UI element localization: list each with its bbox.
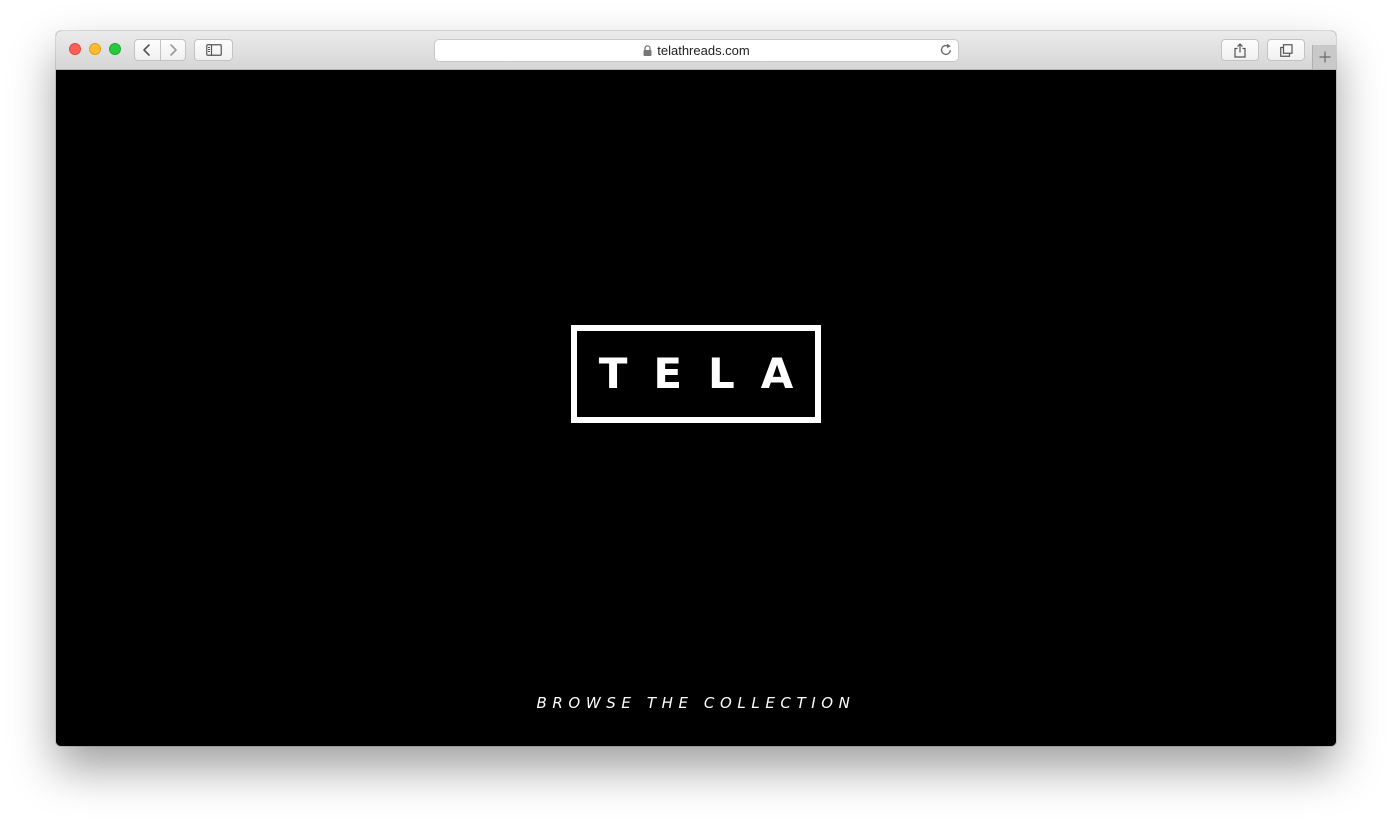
maximize-window-icon[interactable]: [109, 43, 121, 55]
navigation-buttons: [134, 39, 186, 61]
tela-logo: TELA: [571, 325, 821, 423]
browser-window: telathreads.com TELA BROWSE THE COLLECTI…: [56, 31, 1336, 746]
lock-icon: [643, 45, 652, 56]
chevron-right-icon: [169, 44, 177, 56]
minimize-window-icon[interactable]: [89, 43, 101, 55]
chevron-left-icon: [143, 44, 151, 56]
page-content: TELA BROWSE THE COLLECTION: [56, 70, 1336, 746]
tab-overview-icon: [1279, 43, 1293, 57]
plus-icon: [1319, 51, 1331, 63]
tab-overview-button[interactable]: [1267, 39, 1305, 61]
share-icon: [1234, 42, 1246, 58]
sidebar-button[interactable]: [194, 39, 233, 61]
forward-button[interactable]: [159, 40, 186, 60]
back-button[interactable]: [135, 40, 160, 60]
close-window-icon[interactable]: [69, 43, 81, 55]
browser-toolbar: telathreads.com: [56, 31, 1336, 70]
new-tab-button[interactable]: [1312, 45, 1336, 69]
logo-text: TELA: [598, 349, 820, 398]
address-bar[interactable]: telathreads.com: [434, 39, 959, 62]
share-button[interactable]: [1221, 39, 1259, 61]
sidebar-icon: [205, 44, 222, 56]
url-text: telathreads.com: [657, 43, 750, 58]
reload-icon[interactable]: [939, 43, 953, 57]
browse-collection-link[interactable]: BROWSE THE COLLECTION: [56, 694, 1336, 712]
